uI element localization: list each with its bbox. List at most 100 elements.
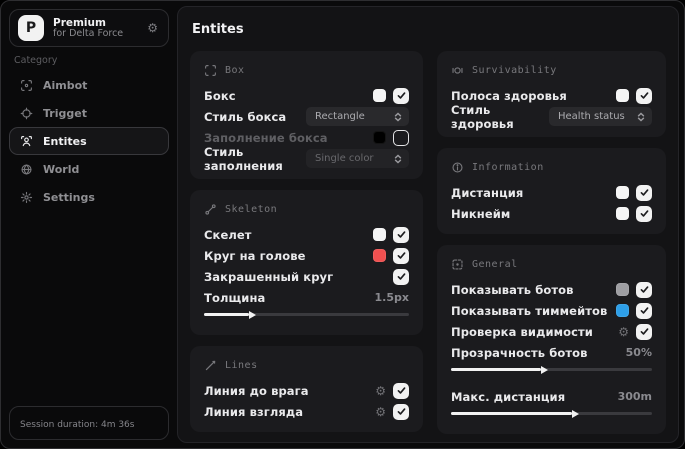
card-header-label: Box xyxy=(225,64,245,76)
sidebar-item-label: Entites xyxy=(43,134,87,148)
card-header-label: Information xyxy=(472,161,544,173)
check-icon xyxy=(640,210,648,217)
brand-subtitle: for Delta Force xyxy=(53,27,124,39)
slider-fill xyxy=(451,412,572,415)
setting-row-filled-circle: Закрашенный круг xyxy=(204,266,409,287)
checkbox-checked[interactable] xyxy=(393,382,409,399)
checkbox-checked[interactable] xyxy=(636,184,652,201)
setting-label: Линия до врага xyxy=(204,383,309,398)
bot-opacity-slider[interactable] xyxy=(451,368,652,371)
users-icon xyxy=(21,135,32,146)
bone-icon xyxy=(205,203,216,215)
color-swatch[interactable] xyxy=(616,207,629,220)
lines-card: Lines Линия до врага ⚙ Линия взгляда ⚙ xyxy=(190,346,423,432)
sidebar-item-settings[interactable]: Settings xyxy=(9,183,169,211)
max-distance-slider[interactable] xyxy=(451,412,652,415)
gear-icon[interactable]: ⚙ xyxy=(375,406,386,418)
sidebar-item-label: Settings xyxy=(43,190,95,204)
check-icon xyxy=(397,387,405,394)
setting-label: Полоса здоровья xyxy=(451,88,567,103)
box-style-dropdown[interactable]: Rectangle xyxy=(306,107,409,126)
color-swatch[interactable] xyxy=(373,131,386,144)
page-title: Entites xyxy=(192,22,244,37)
setting-row-bot-opacity: Прозрачность ботов 50% xyxy=(451,342,652,363)
color-swatch[interactable] xyxy=(616,89,629,102)
app-window: P Premium for Delta Force ⚙ Category Aim… xyxy=(0,0,685,449)
card-header-label: Lines xyxy=(225,359,258,371)
color-swatch[interactable] xyxy=(373,249,386,262)
gear-icon[interactable]: ⚙ xyxy=(618,326,629,338)
skeleton-card-header: Skeleton xyxy=(204,201,409,217)
setting-label: Показывать тиммейтов xyxy=(451,303,608,318)
color-swatch[interactable] xyxy=(373,89,386,102)
setting-label: Стиль здоровья xyxy=(451,102,514,131)
session-duration-card: Session duration: 4m 36s xyxy=(9,406,169,440)
slider-fill xyxy=(204,313,250,316)
gear-icon[interactable]: ⚙ xyxy=(375,385,386,397)
sidebar-item-aimbot[interactable]: Aimbot xyxy=(9,71,169,99)
checkbox-checked[interactable] xyxy=(636,323,652,340)
setting-label: Линия взгляда xyxy=(204,404,304,419)
check-icon xyxy=(640,189,648,196)
box-card-header: Box xyxy=(204,62,409,78)
gear-icon[interactable]: ⚙ xyxy=(147,22,158,34)
sidebar-item-label: Aimbot xyxy=(43,78,88,92)
category-label: Category xyxy=(14,55,58,66)
dropdown-value: Rectangle xyxy=(315,111,365,122)
setting-row-thickness: Толщина 1.5px xyxy=(204,287,409,308)
card-header-label: Skeleton xyxy=(225,203,278,215)
card-header-label: Survivability xyxy=(472,64,557,76)
health-style-dropdown[interactable]: Health status xyxy=(549,107,652,126)
checkbox-checked[interactable] xyxy=(393,226,409,243)
setting-row-distance: Дистанция xyxy=(451,182,652,203)
general-card: General Показывать ботов Показывать тимм… xyxy=(437,245,666,434)
setting-label: Стиль заполнения xyxy=(204,144,283,173)
crosshair-icon xyxy=(21,79,32,91)
sidebar-nav: Aimbot Trigget Entites World Settings xyxy=(9,71,169,211)
thickness-slider[interactable] xyxy=(204,313,409,316)
general-grid-icon xyxy=(452,258,463,270)
checkbox-checked[interactable] xyxy=(636,87,652,104)
setting-row-head-circle: Круг на голове xyxy=(204,245,409,266)
checkbox-checked[interactable] xyxy=(393,268,409,285)
target-icon xyxy=(20,107,33,119)
color-swatch[interactable] xyxy=(616,283,629,296)
setting-row-nickname: Никнейм xyxy=(451,203,652,224)
check-icon xyxy=(397,252,405,259)
setting-row-visibility-check: Проверка видимости ⚙ xyxy=(451,321,652,342)
fill-style-dropdown[interactable]: Single color xyxy=(306,149,409,168)
checkbox-checked[interactable] xyxy=(636,281,652,298)
right-column: Survivability Полоса здоровья Стиль здор… xyxy=(437,51,666,434)
check-icon xyxy=(397,408,405,415)
sidebar-item-world[interactable]: World xyxy=(9,155,169,183)
chevron-up-down-icon xyxy=(394,154,402,163)
checkbox-unchecked[interactable] xyxy=(393,129,409,146)
sidebar: P Premium for Delta Force ⚙ Category Aim… xyxy=(1,1,177,448)
checkbox-checked[interactable] xyxy=(393,403,409,420)
check-icon xyxy=(640,328,648,335)
setting-label: Круг на голове xyxy=(204,248,306,263)
brand-card: P Premium for Delta Force ⚙ xyxy=(9,9,169,47)
setting-row-max-distance: Макс. дистанция 300m xyxy=(451,386,652,407)
box-card: Box Бокс Стиль бокса Rectangle Заполнени… xyxy=(190,51,423,179)
checkbox-checked[interactable] xyxy=(393,247,409,264)
information-card: Information Дистанция Никнейм xyxy=(437,148,666,234)
setting-row-skeleton: Скелет xyxy=(204,224,409,245)
checkbox-checked[interactable] xyxy=(636,205,652,222)
survivability-icon xyxy=(452,66,463,74)
color-swatch[interactable] xyxy=(616,304,629,317)
sidebar-item-trigget[interactable]: Trigget xyxy=(9,99,169,127)
dropdown-value: Single color xyxy=(315,153,374,164)
general-card-header: General xyxy=(451,256,652,272)
globe-icon xyxy=(21,163,32,175)
box-corners-icon xyxy=(205,64,216,76)
checkbox-checked[interactable] xyxy=(393,87,409,104)
sidebar-item-entites[interactable]: Entites xyxy=(9,127,169,155)
survivability-card: Survivability Полоса здоровья Стиль здор… xyxy=(437,51,666,137)
color-swatch[interactable] xyxy=(373,228,386,241)
check-icon xyxy=(640,307,648,314)
setting-label: Никнейм xyxy=(451,206,511,221)
checkbox-checked[interactable] xyxy=(636,302,652,319)
color-swatch[interactable] xyxy=(616,186,629,199)
card-header-label: General xyxy=(472,258,518,270)
